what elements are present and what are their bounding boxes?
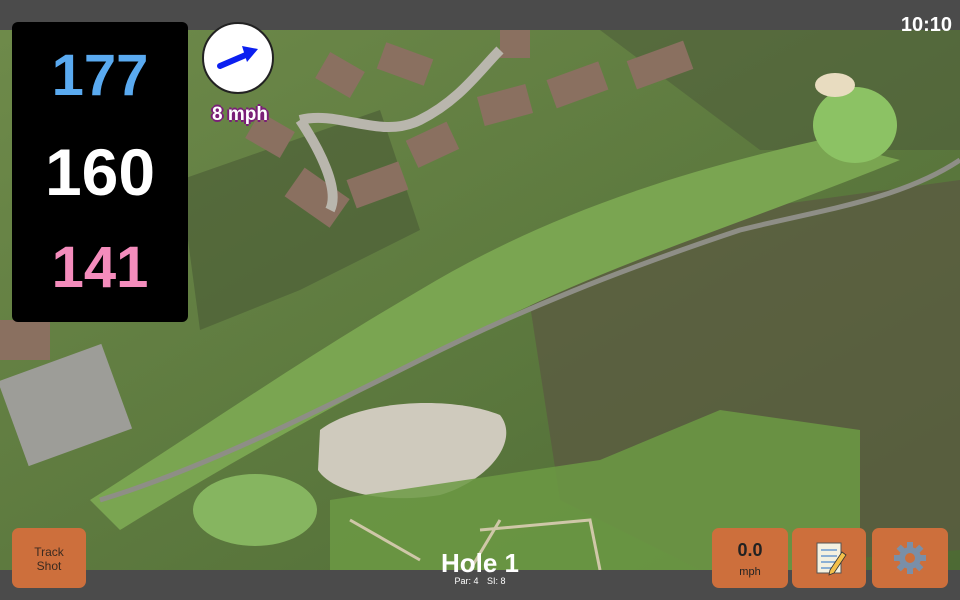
distance-back: 177 bbox=[51, 43, 149, 108]
track-shot-label-line2: Shot bbox=[36, 559, 62, 573]
wind-direction-indicator[interactable] bbox=[202, 22, 274, 94]
track-shot-label-line1: Track bbox=[34, 545, 64, 559]
hole-stroke-index: SI: 8 bbox=[487, 576, 506, 586]
track-shot-button[interactable]: Track Shot bbox=[12, 528, 86, 588]
speed-unit: mph bbox=[739, 566, 761, 578]
notes-button[interactable] bbox=[792, 528, 866, 588]
speed-button[interactable]: 0.0 mph bbox=[712, 528, 788, 588]
distance-middle: 160 bbox=[44, 135, 156, 209]
hole-title: Hole 1 bbox=[440, 548, 520, 578]
gear-icon bbox=[894, 542, 926, 574]
hole-par: Par: 4 bbox=[454, 576, 479, 586]
hole-meta: Par: 4 SI: 8 bbox=[380, 576, 580, 586]
clock-time: 10:10 bbox=[900, 14, 952, 36]
wind-arrow-icon bbox=[217, 46, 258, 69]
settings-button[interactable] bbox=[872, 528, 948, 588]
distance-front: 141 bbox=[51, 235, 149, 300]
distance-panel: 177 160 141 bbox=[12, 22, 188, 322]
speed-value: 0.0 bbox=[737, 540, 763, 560]
wind-speed-label: 8 mph bbox=[212, 104, 268, 125]
notepad-icon bbox=[816, 542, 847, 576]
